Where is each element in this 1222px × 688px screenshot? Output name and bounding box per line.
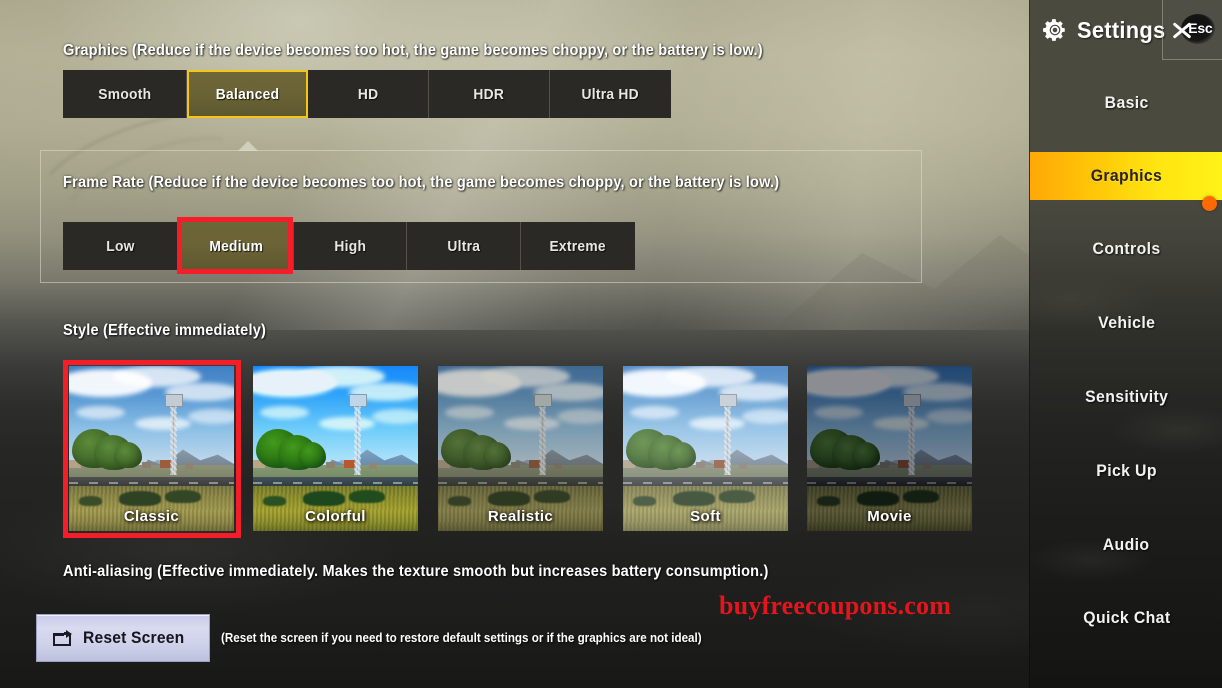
sidebar-badge-dot [1202, 196, 1217, 211]
reset-screen-icon [53, 630, 73, 646]
option-label: Extreme [549, 237, 607, 255]
option-label: Ultra [447, 237, 480, 255]
frame-rate-options-row: Low Medium High Ultra Extreme [63, 222, 635, 270]
style-preview-image [807, 366, 972, 531]
option-label: HD [357, 85, 379, 103]
style-preview-image [438, 366, 603, 531]
style-thumbnail-label: Soft [690, 508, 721, 525]
sidebar-item-label: Quick Chat [1082, 608, 1171, 627]
option-label: Balanced [215, 85, 280, 103]
settings-content: Graphics (Reduce if the device becomes t… [0, 0, 1029, 688]
reset-screen-button[interactable]: Reset Screen [36, 614, 210, 662]
sidebar-item-partial[interactable] [1030, 684, 1222, 688]
graphics-option-smooth[interactable]: Smooth [63, 70, 187, 118]
graphics-section-label: Graphics (Reduce if the device becomes t… [63, 42, 763, 59]
framerate-option-ultra[interactable]: Ultra [407, 222, 521, 270]
style-thumbnail-classic[interactable]: Classic [69, 366, 234, 531]
framerate-option-extreme[interactable]: Extreme [521, 222, 635, 270]
graphics-option-hd[interactable]: HD [308, 70, 429, 118]
option-label: Ultra HD [581, 85, 640, 103]
style-preview-image [253, 366, 418, 531]
sidebar-item-quick-chat[interactable]: Quick Chat [1030, 594, 1222, 642]
panel-caret-icon [238, 141, 258, 151]
sidebar-item-label: Pick Up [1096, 461, 1157, 480]
option-label: Medium [209, 237, 263, 255]
style-preview-image [69, 366, 234, 531]
graphics-option-balanced[interactable]: Balanced [187, 70, 308, 118]
option-label: HDR [473, 85, 505, 103]
sidebar-item-audio[interactable]: Audio [1030, 521, 1222, 569]
reset-screen-button-label: Reset Screen [82, 628, 185, 647]
style-thumbnail-soft[interactable]: Soft [623, 366, 788, 531]
style-thumbnail-movie[interactable]: Movie [807, 366, 972, 531]
watermark: buyfreecoupons.com [719, 591, 952, 620]
settings-screen: Graphics (Reduce if the device becomes t… [0, 0, 1222, 688]
style-thumbnail-colorful[interactable]: Colorful [253, 366, 418, 531]
sidebar-item-label: Graphics [1090, 166, 1163, 185]
reset-screen-hint: (Reset the screen if you need to restore… [221, 631, 702, 645]
antialiasing-section-label: Anti-aliasing (Effective immediately. Ma… [63, 563, 769, 580]
settings-sidebar: Settings Esc Basic Graphics Controls Vehicl… [1029, 0, 1222, 688]
close-esc-label: Esc [1188, 19, 1213, 36]
sidebar-item-graphics[interactable]: Graphics [1030, 152, 1222, 200]
framerate-option-medium[interactable]: Medium [179, 222, 294, 270]
sidebar-item-label: Vehicle [1097, 313, 1156, 332]
sidebar-item-sensitivity[interactable]: Sensitivity [1030, 373, 1222, 421]
option-label: Low [106, 237, 135, 255]
style-thumbnail-label: Classic [123, 508, 180, 525]
style-thumbnail-label: Colorful [305, 508, 366, 525]
graphics-option-hdr[interactable]: HDR [429, 70, 550, 118]
framerate-option-high[interactable]: High [294, 222, 407, 270]
option-label: Smooth [97, 85, 152, 103]
graphics-options-row: Smooth Balanced HD HDR Ultra HD [63, 70, 671, 118]
sidebar-item-controls[interactable]: Controls [1030, 225, 1222, 273]
style-section-label: Style (Effective immediately) [63, 322, 267, 339]
sidebar-item-pick-up[interactable]: Pick Up [1030, 447, 1222, 495]
sidebar-item-label: Sensitivity [1084, 387, 1169, 406]
sidebar-title: Settings [1077, 16, 1166, 43]
style-thumbnail-realistic[interactable]: Realistic [438, 366, 603, 531]
option-label: High [334, 237, 366, 255]
style-thumbnail-label: Realistic [487, 508, 554, 525]
sidebar-item-vehicle[interactable]: Vehicle [1030, 299, 1222, 347]
style-preview-image [623, 366, 788, 531]
close-esc-button[interactable]: Esc [1162, 0, 1222, 60]
style-thumbnail-label: Movie [867, 508, 912, 525]
sidebar-item-basic[interactable]: Basic [1030, 79, 1222, 127]
gear-icon [1042, 17, 1068, 43]
frame-rate-section-label: Frame Rate (Reduce if the device becomes… [63, 174, 780, 191]
graphics-option-ultra-hd[interactable]: Ultra HD [550, 70, 671, 118]
sidebar-item-label: Basic [1104, 93, 1149, 112]
sidebar-item-label: Audio [1103, 535, 1150, 554]
sidebar-item-label: Controls [1092, 239, 1161, 258]
framerate-option-low[interactable]: Low [63, 222, 179, 270]
